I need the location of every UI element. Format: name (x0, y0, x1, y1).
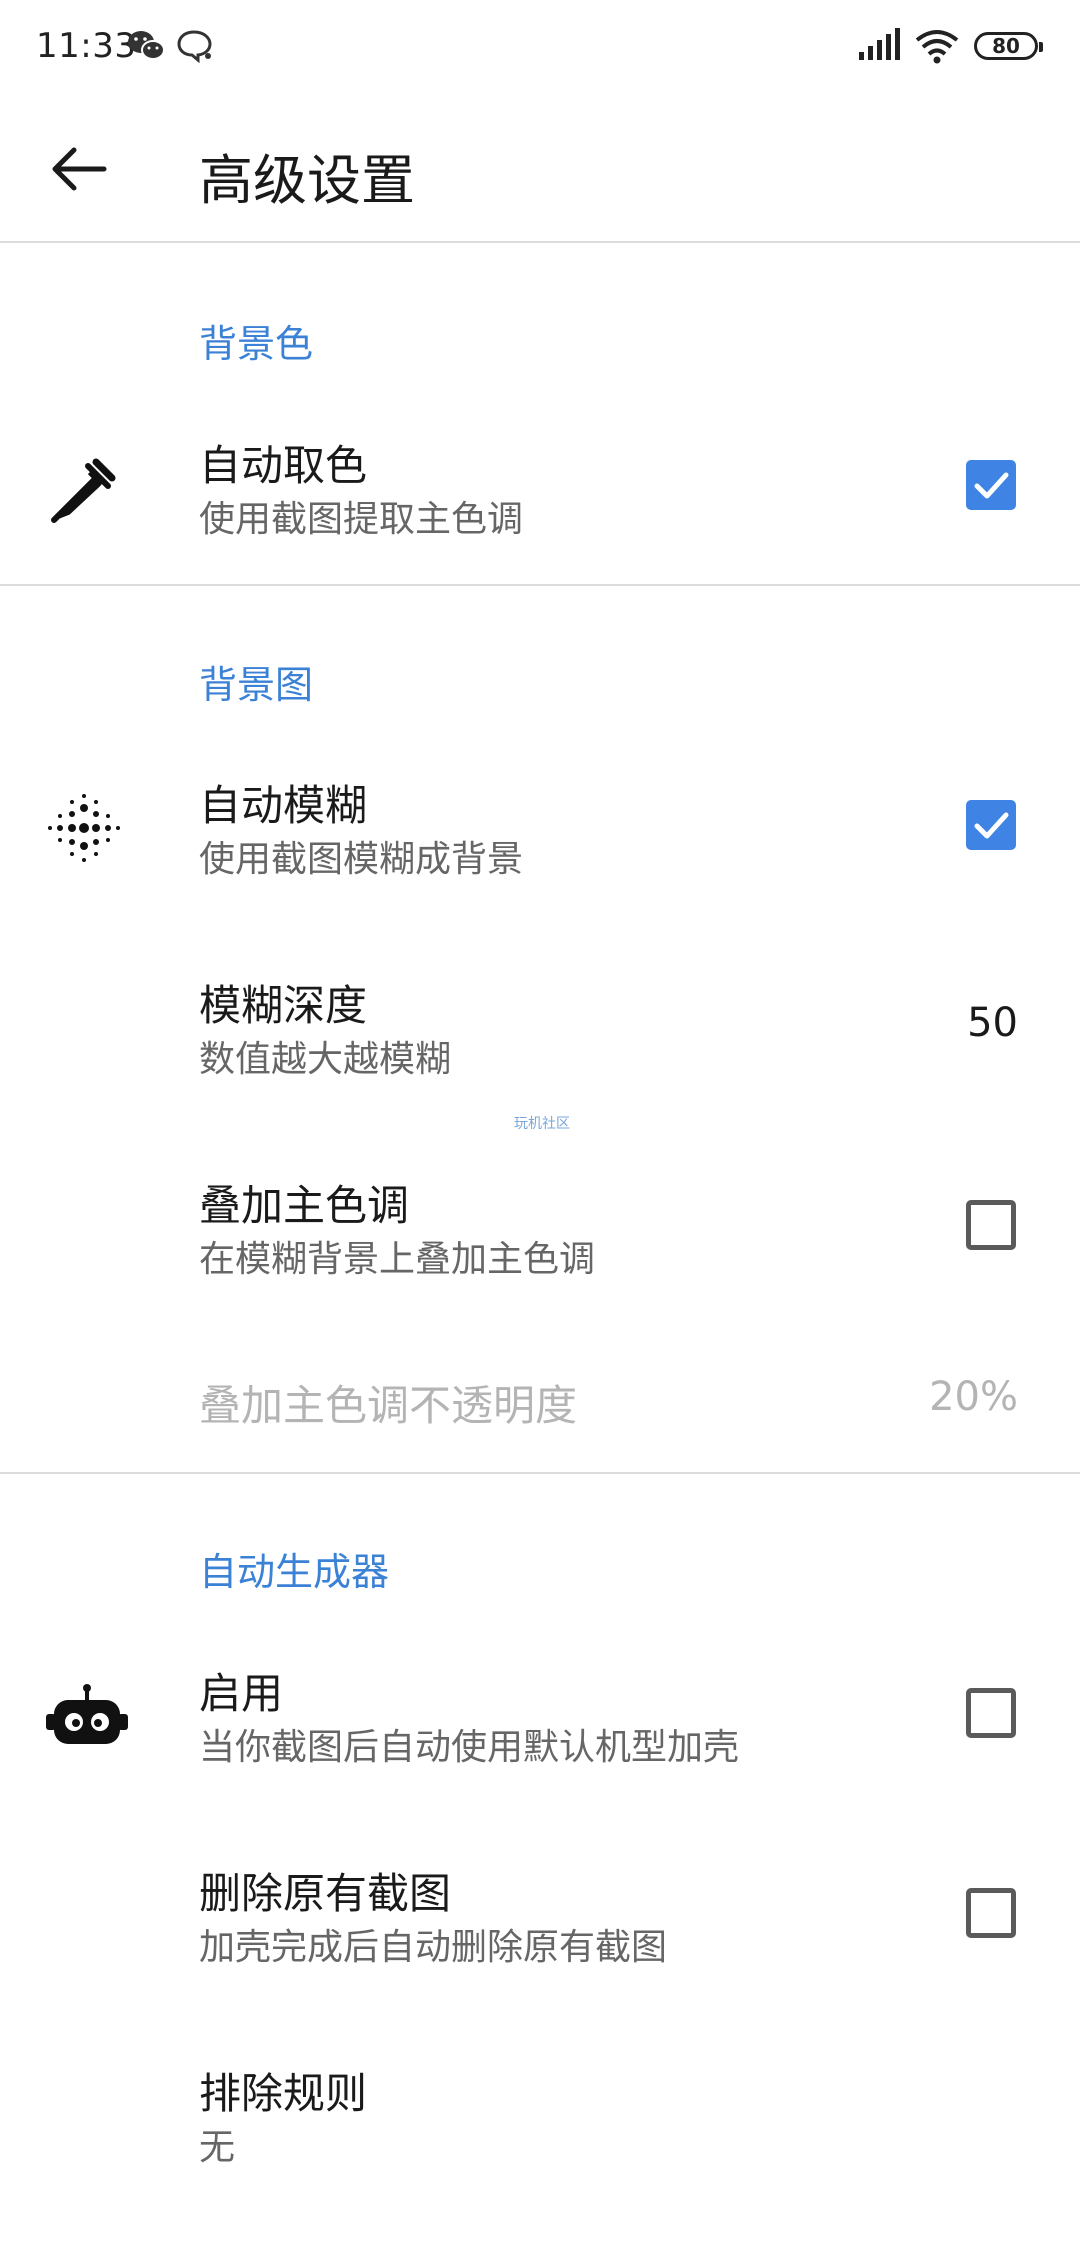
blur-depth-title: 模糊深度 (199, 981, 368, 1030)
setting-overlay-color[interactable]: 叠加主色调 在模糊背景上叠加主色调 (0, 1160, 1080, 1300)
blur-depth-value: 50 (967, 1000, 1018, 1046)
arrow-left-icon (52, 147, 107, 191)
chat-bubble-icon (176, 28, 216, 68)
delete-original-checkbox[interactable] (966, 1888, 1016, 1938)
setting-exclude-rules[interactable]: 排除规则 无 (0, 2048, 1080, 2188)
auto-color-subtitle: 使用截图提取主色调 (199, 499, 524, 540)
wifi-icon (914, 28, 960, 68)
overlay-opacity-value: 20% (929, 1374, 1018, 1420)
setting-auto-blur[interactable]: 自动模糊 使用截图模糊成背景 (0, 760, 1080, 900)
section-divider-1 (0, 584, 1080, 586)
watermark-text: 玩机社区 (514, 1116, 570, 1132)
auto-blur-title: 自动模糊 (199, 781, 368, 830)
auto-color-checkbox[interactable] (966, 460, 1016, 510)
back-button[interactable] (44, 134, 114, 204)
auto-blur-subtitle: 使用截图模糊成背景 (199, 839, 524, 880)
setting-enable-generator[interactable]: 启用 当你截图后自动使用默认机型加壳 (0, 1648, 1080, 1788)
setting-blur-depth[interactable]: 模糊深度 数值越大越模糊 50 (0, 960, 1080, 1100)
overlay-color-checkbox[interactable] (966, 1200, 1016, 1250)
setting-overlay-opacity[interactable]: 叠加主色调不透明度 20% (0, 1360, 1080, 1440)
setting-delete-original[interactable]: 删除原有截图 加壳完成后自动删除原有截图 (0, 1848, 1080, 1988)
enable-checkbox[interactable] (966, 1688, 1016, 1738)
overlay-color-title: 叠加主色调 (199, 1181, 410, 1230)
robot-icon (44, 1682, 130, 1756)
overlay-opacity-title: 叠加主色调不透明度 (199, 1381, 578, 1430)
exclude-rules-subtitle: 无 (199, 2127, 236, 2168)
auto-blur-checkbox[interactable] (966, 800, 1016, 850)
section-header-background-image: 背景图 (199, 663, 314, 707)
wechat-icon (126, 28, 166, 68)
exclude-rules-title: 排除规则 (199, 2069, 368, 2118)
delete-original-subtitle: 加壳完成后自动删除原有截图 (199, 1927, 668, 1968)
signal-icon (857, 28, 901, 66)
enable-title: 启用 (199, 1669, 284, 1718)
delete-original-title: 删除原有截图 (199, 1869, 452, 1918)
blur-depth-subtitle: 数值越大越模糊 (199, 1039, 452, 1080)
section-header-auto-generator: 自动生成器 (199, 1550, 390, 1594)
setting-auto-color[interactable]: 自动取色 使用截图提取主色调 (0, 420, 1080, 560)
eyedropper-icon (44, 450, 124, 534)
toolbar-divider (0, 241, 1080, 243)
enable-subtitle: 当你截图后自动使用默认机型加壳 (199, 1727, 740, 1768)
auto-color-title: 自动取色 (199, 441, 368, 490)
status-bar: 11:33 80 (0, 0, 1080, 96)
overlay-color-subtitle: 在模糊背景上叠加主色调 (199, 1239, 596, 1280)
blur-dots-icon (44, 788, 124, 872)
check-icon (974, 812, 1009, 839)
status-time: 11:33 (36, 26, 137, 66)
app-toolbar: 高级设置 (0, 96, 1080, 242)
battery-indicator: 80 (974, 32, 1043, 60)
section-divider-2 (0, 1472, 1080, 1474)
check-icon (974, 472, 1009, 499)
page-title: 高级设置 (199, 149, 415, 212)
section-header-background-color: 背景色 (199, 322, 314, 366)
